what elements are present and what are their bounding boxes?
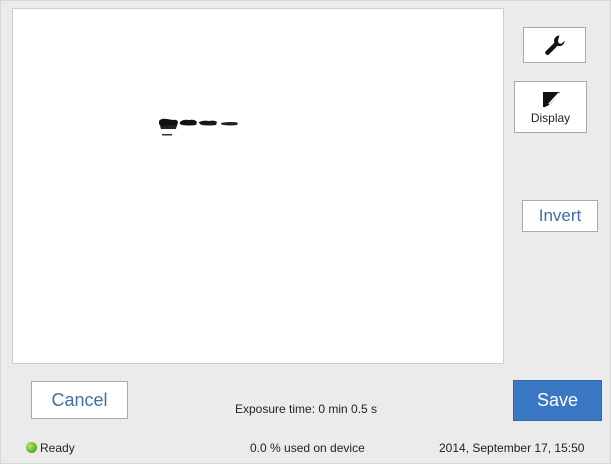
wrench-icon	[544, 35, 565, 55]
invert-button-label: Invert	[538, 206, 582, 225]
status-text: Ready	[40, 441, 75, 455]
storage-usage: 0.0 % used on device	[250, 441, 365, 455]
blot-image	[159, 118, 238, 136]
display-button-label: Display	[530, 110, 571, 125]
settings-button[interactable]	[523, 27, 586, 63]
date-time: 2014, September 17, 15:50	[439, 441, 585, 455]
save-button[interactable]: Save	[513, 380, 602, 421]
cancel-button[interactable]: Cancel	[31, 381, 128, 419]
display-icon	[542, 91, 560, 107]
display-button[interactable]: Display	[514, 81, 587, 133]
imaging-app-window: Display Invert Cancel Exposure time: 0 m…	[0, 0, 611, 464]
image-preview[interactable]	[12, 8, 504, 364]
exposure-time: Exposure time: 0 min 0.5 s	[235, 402, 378, 416]
status-indicator-icon	[26, 442, 37, 453]
invert-button[interactable]: Invert	[522, 200, 598, 232]
